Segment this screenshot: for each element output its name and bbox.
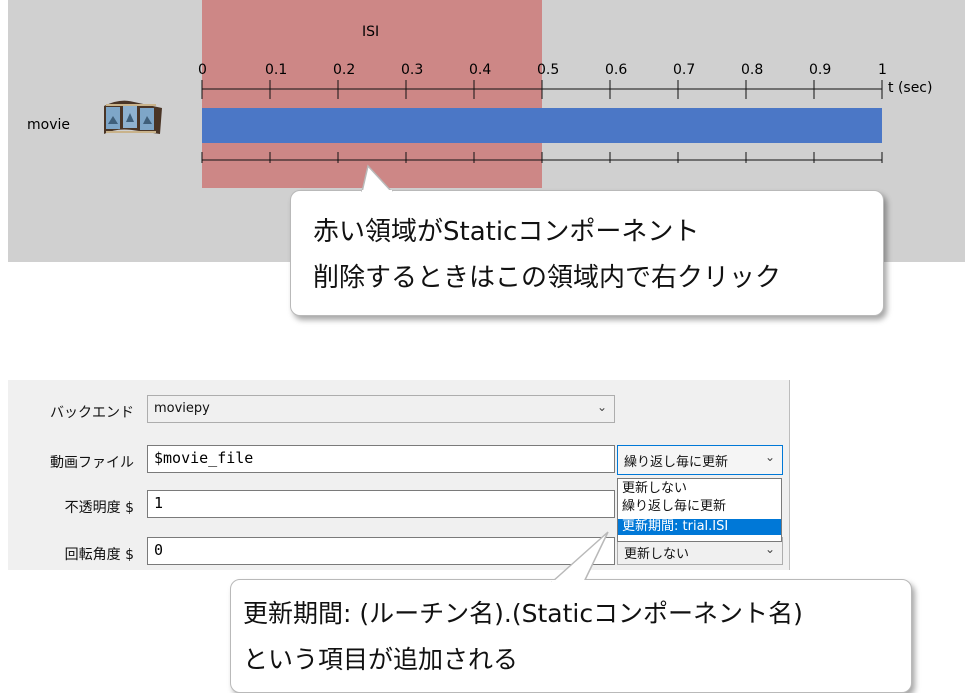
callout-bottom-line2: という項目が追加される (243, 645, 519, 674)
backend-select[interactable]: moviepy ⌄ (147, 395, 615, 423)
update-options-dropdown[interactable]: 更新しない 繰り返し毎に更新 更新期間: trial.ISI (617, 478, 782, 542)
callout-top-line2: 削除するときはこの領域内で右クリック (313, 263, 782, 293)
time-axis-lines (201, 80, 883, 163)
movie-file-label: 動画ファイル (50, 455, 134, 471)
backend-select-value: moviepy (154, 401, 210, 416)
opacity-input[interactable]: 1 (147, 490, 615, 518)
chevron-down-icon: ⌄ (764, 542, 775, 556)
callout-bottom-tail (551, 531, 609, 584)
callout-bottom-line1: 更新期間: (ルーチン名).(Staticコンポーネント名) (243, 599, 803, 628)
update-option-every-repeat[interactable]: 繰り返し毎に更新 (618, 499, 781, 515)
callout-static-component: 赤い領域がStaticコンポーネント 削除するときはこの領域内で右クリック (290, 190, 884, 316)
movie-file-update-value: 繰り返し毎に更新 (624, 455, 729, 470)
chevron-down-icon: ⌄ (764, 450, 775, 464)
rotation-input[interactable]: 0 (147, 537, 615, 565)
movie-file-update-select[interactable]: 繰り返し毎に更新 ⌄ (617, 445, 783, 475)
callout-update-period: 更新期間: (ルーチン名).(Staticコンポーネント名) という項目が追加さ… (230, 579, 912, 693)
update-option-trial-isi[interactable]: 更新期間: trial.ISI (618, 519, 781, 535)
opacity-label: 不透明度 $ (64, 500, 134, 516)
rotation-update-value: 更新しない (624, 547, 690, 562)
update-option-none[interactable]: 更新しない (618, 481, 781, 497)
chevron-down-icon: ⌄ (596, 400, 607, 414)
rotation-label: 回転角度 $ (64, 547, 134, 563)
callout-top-tail (361, 164, 393, 194)
backend-label: バックエンド (50, 405, 134, 421)
callout-top-line1: 赤い領域がStaticコンポーネント (313, 217, 700, 247)
movie-file-input[interactable]: $movie_file (147, 445, 615, 473)
